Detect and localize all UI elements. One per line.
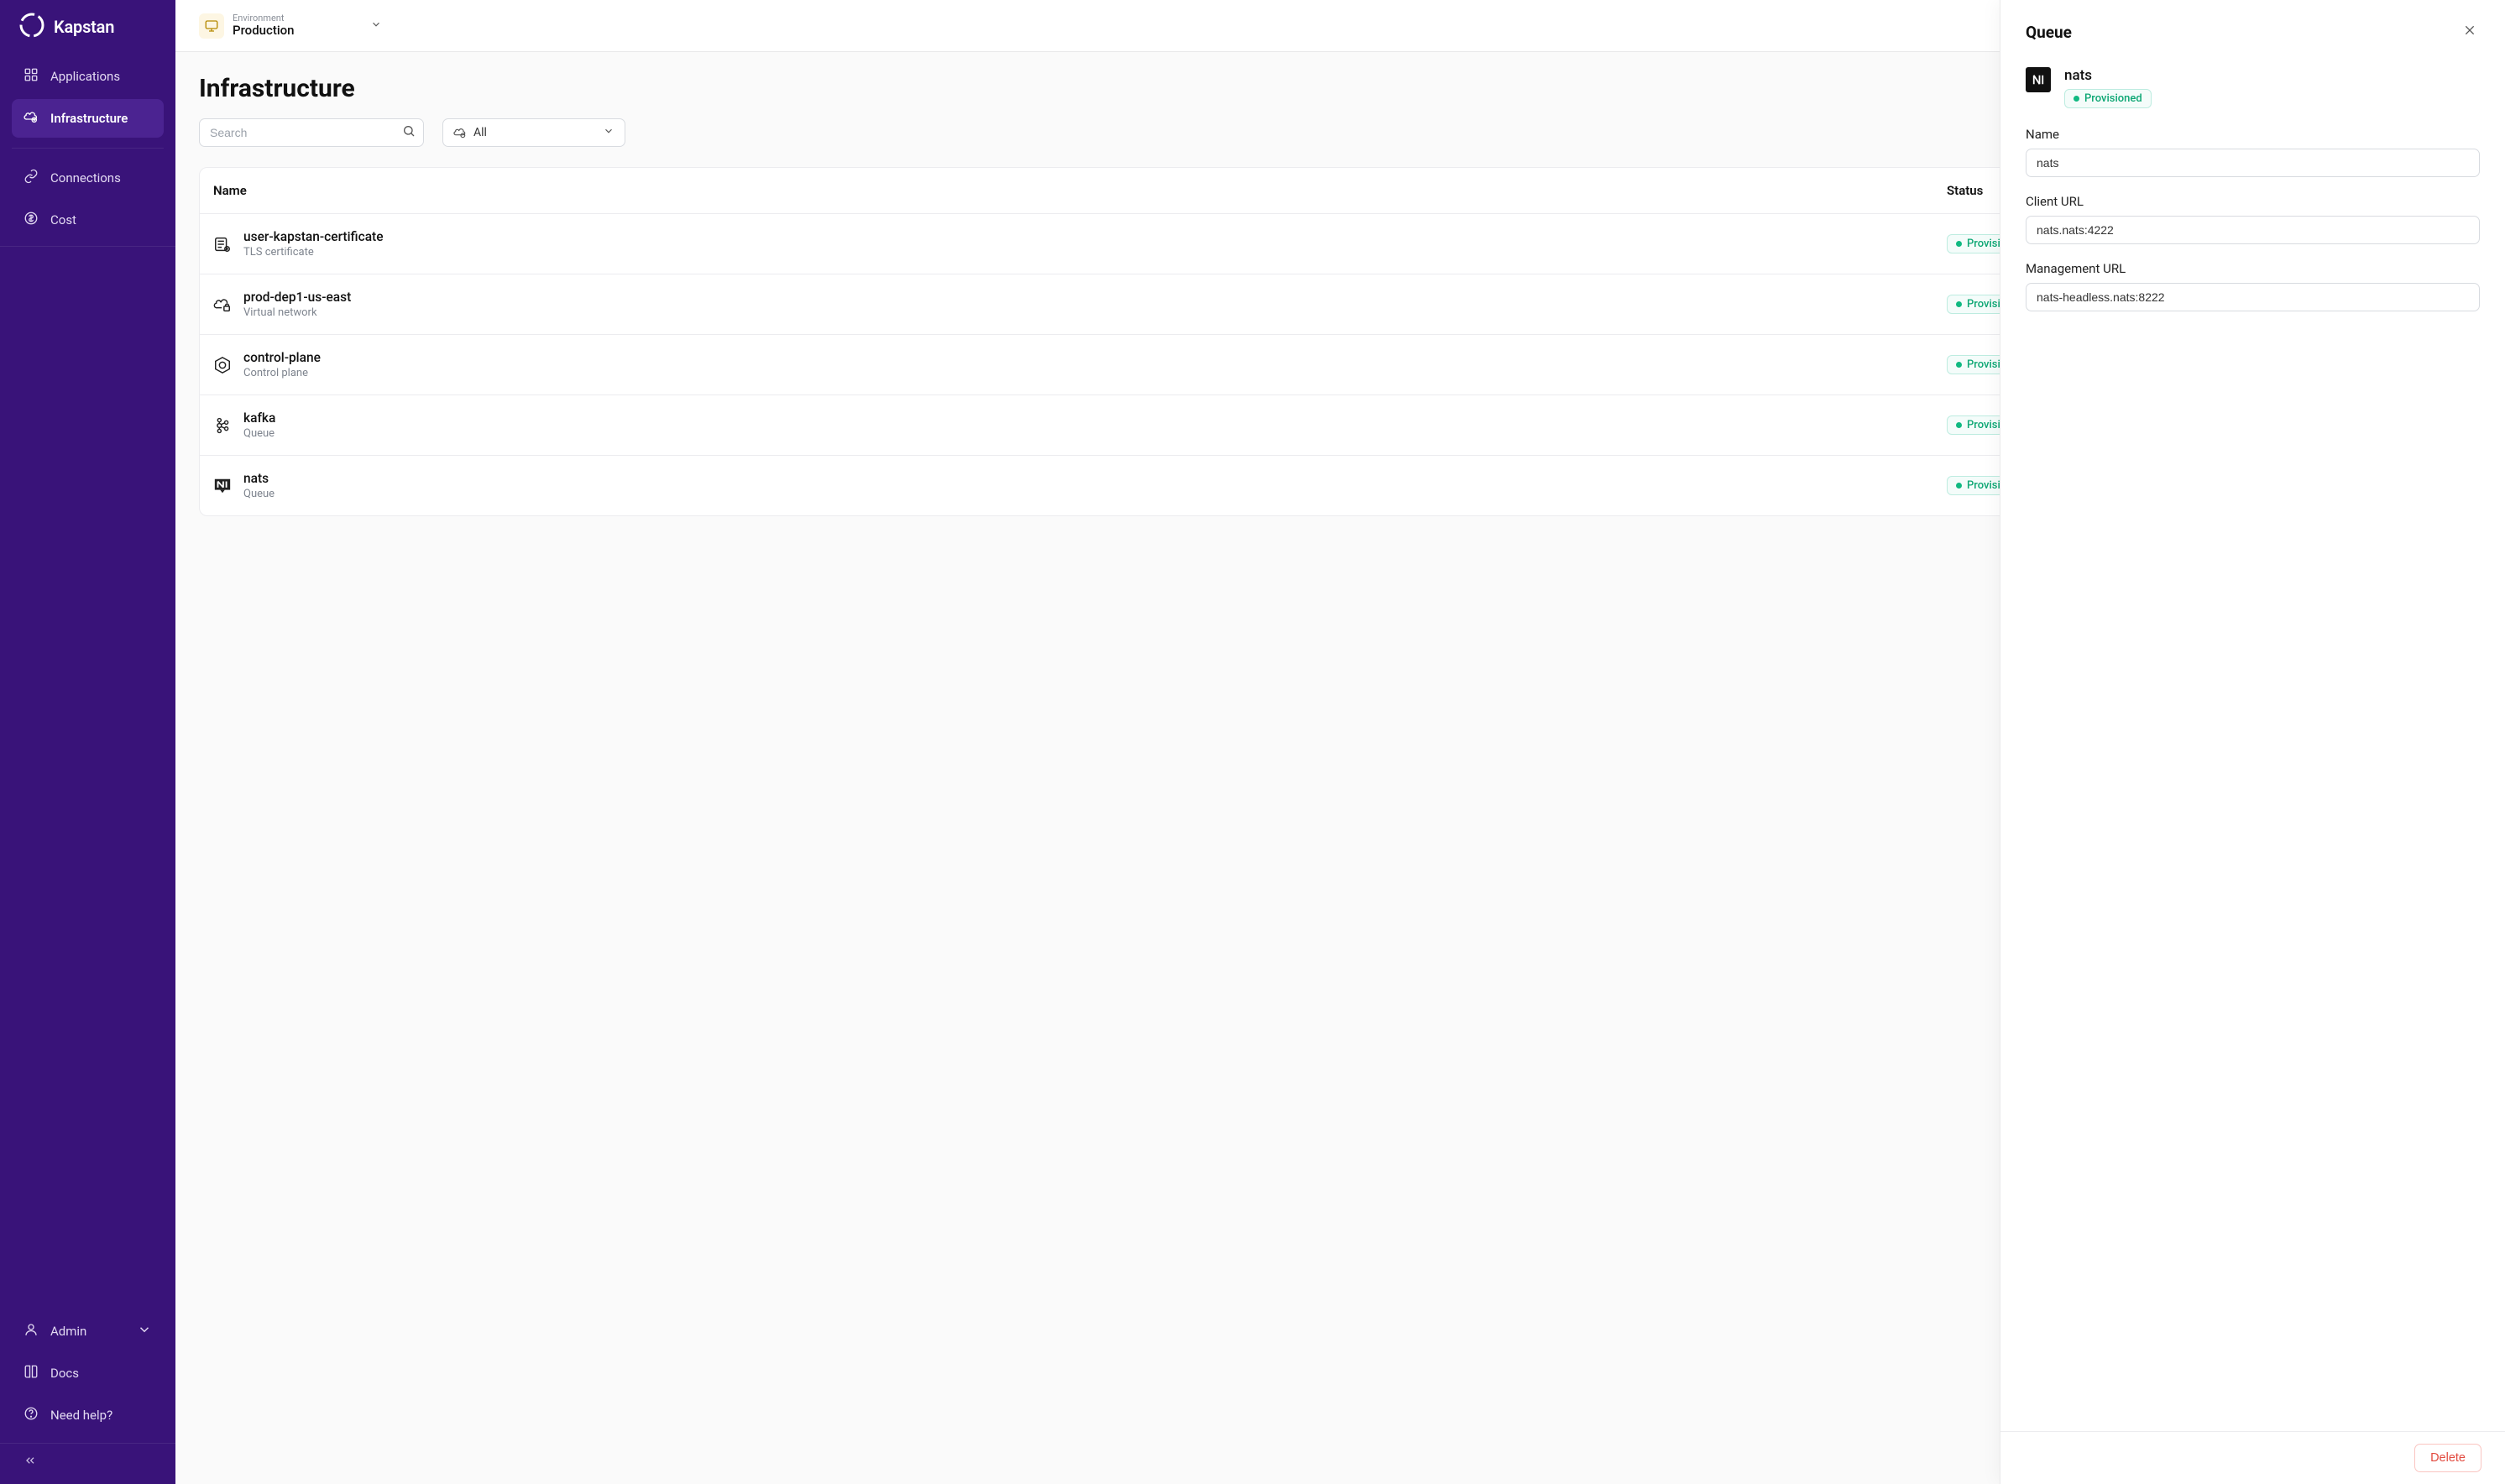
name-label: Name [2026, 127, 2480, 142]
sidebar-collapse-button[interactable] [0, 1443, 175, 1484]
management-url-label: Management URL [2026, 261, 2480, 276]
sidebar-item-label: Cost [50, 212, 76, 227]
row-subtype: Queue [243, 488, 275, 500]
row-name: kafka [243, 410, 275, 426]
brand: Kapstan [0, 0, 175, 57]
chevron-down-icon [137, 1322, 152, 1340]
chevron-down-icon [603, 125, 614, 140]
chevron-down-icon[interactable] [370, 18, 382, 34]
sidebar-item-applications[interactable]: Applications [12, 57, 164, 96]
link-icon [24, 169, 39, 187]
row-name: nats [243, 471, 275, 486]
filter-value: All [473, 126, 487, 139]
client-url-field[interactable] [2026, 216, 2480, 244]
status-dot-icon [1956, 301, 1962, 307]
row-subtype: TLS certificate [243, 246, 384, 259]
row-name: control-plane [243, 350, 321, 365]
management-url-field[interactable] [2026, 283, 2480, 311]
row-subtype: Queue [243, 427, 275, 440]
apps-icon [24, 67, 39, 86]
type-filter-select[interactable]: All [442, 118, 625, 147]
sidebar-item-infrastructure[interactable]: Infrastructure [12, 99, 164, 138]
close-button[interactable] [2460, 20, 2480, 44]
sidebar-item-admin[interactable]: Admin [12, 1312, 164, 1351]
sidebar: Kapstan Applications Infrastructure [0, 0, 175, 1484]
nats-icon [213, 477, 232, 495]
row-subtype: Control plane [243, 367, 321, 379]
sidebar-item-label: Infrastructure [50, 111, 128, 126]
client-url-label: Client URL [2026, 194, 2480, 209]
status-badge: Provisioned [2064, 89, 2152, 108]
status-dot-icon [1956, 483, 1962, 489]
sidebar-item-help[interactable]: Need help? [12, 1396, 164, 1434]
status-dot-icon [2074, 96, 2079, 102]
sidebar-item-label: Connections [50, 170, 121, 186]
environment-selector[interactable]: Environment Production [233, 13, 295, 38]
status-text: Provisioned [2084, 92, 2142, 105]
row-name: prod-dep1-us-east [243, 290, 351, 305]
row-subtype: Virtual network [243, 306, 351, 319]
column-name: Name [213, 183, 1947, 198]
sidebar-item-docs[interactable]: Docs [12, 1354, 164, 1393]
sidebar-item-label: Admin [50, 1324, 86, 1339]
nav-divider [12, 148, 164, 149]
search-icon [402, 124, 416, 141]
search-input[interactable] [199, 118, 424, 147]
env-value: Production [233, 24, 295, 38]
sidebar-nav: Applications Infrastructure Connections [0, 57, 175, 239]
dollar-icon [24, 211, 39, 229]
sidebar-item-connections[interactable]: Connections [12, 159, 164, 197]
user-icon [24, 1322, 39, 1340]
drawer-title: Queue [2026, 23, 2072, 42]
certificate-icon [213, 235, 232, 253]
status-dot-icon [1956, 362, 1962, 368]
sidebar-item-label: Docs [50, 1366, 79, 1381]
main: Environment Production Infrastructure Al… [175, 0, 2505, 1484]
infrastructure-icon [24, 109, 39, 128]
sidebar-item-label: Need help? [50, 1408, 112, 1423]
help-icon [24, 1406, 39, 1424]
status-dot-icon [1956, 241, 1962, 247]
drawer-resource-name: nats [2064, 67, 2152, 84]
name-field[interactable] [2026, 149, 2480, 177]
monitor-icon [199, 13, 224, 39]
sidebar-item-cost[interactable]: Cost [12, 201, 164, 239]
row-name: user-kapstan-certificate [243, 229, 384, 244]
kafka-icon [213, 416, 232, 435]
brand-logo-icon [18, 12, 45, 42]
search-wrap [199, 118, 424, 147]
brand-name: Kapstan [54, 17, 114, 37]
status-dot-icon [1956, 422, 1962, 428]
sidebar-item-label: Applications [50, 69, 120, 84]
nav-divider [0, 246, 175, 247]
nats-icon [2026, 67, 2051, 92]
book-icon [24, 1364, 39, 1382]
sidebar-bottom: Admin Docs Need help? [0, 1312, 175, 1434]
cloud-lock-icon [213, 295, 232, 314]
details-drawer: Queue nats Provisioned [2000, 0, 2505, 1484]
kubernetes-icon [213, 356, 232, 374]
delete-button[interactable]: Delete [2414, 1444, 2481, 1472]
